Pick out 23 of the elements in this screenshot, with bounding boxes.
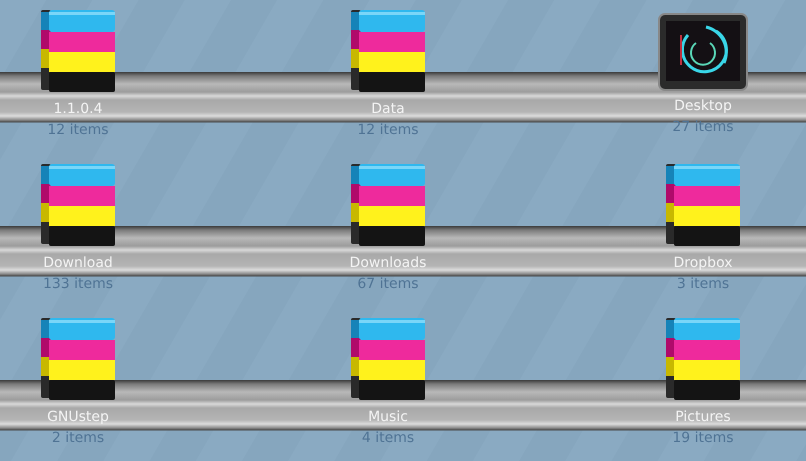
- file-name[interactable]: Downloads: [350, 254, 426, 272]
- item-count: 27 items: [672, 118, 734, 136]
- file-name[interactable]: 1.1.0.4: [54, 100, 102, 118]
- monitor-icon[interactable]: [658, 13, 748, 91]
- folder-icon[interactable]: [351, 10, 425, 92]
- folder-icon[interactable]: [351, 164, 425, 246]
- file-name[interactable]: Music: [368, 408, 408, 426]
- folder-icon[interactable]: [41, 10, 115, 92]
- folder-icon[interactable]: [666, 318, 740, 400]
- folder-icon[interactable]: [666, 164, 740, 246]
- folder-icon[interactable]: [351, 318, 425, 400]
- file-name[interactable]: Pictures: [675, 408, 731, 426]
- file-name[interactable]: Dropbox: [674, 254, 732, 272]
- file-name[interactable]: GNUstep: [47, 408, 109, 426]
- file-name[interactable]: Desktop: [674, 97, 732, 115]
- file-name[interactable]: Download: [43, 254, 113, 272]
- item-count: 133 items: [42, 275, 114, 293]
- item-count: 2 items: [52, 429, 104, 447]
- item-count: 3 items: [676, 275, 730, 293]
- folder-icon[interactable]: [41, 164, 115, 246]
- file-name[interactable]: Data: [371, 100, 405, 118]
- item-count: 19 items: [672, 429, 734, 447]
- folder-icon[interactable]: [41, 318, 115, 400]
